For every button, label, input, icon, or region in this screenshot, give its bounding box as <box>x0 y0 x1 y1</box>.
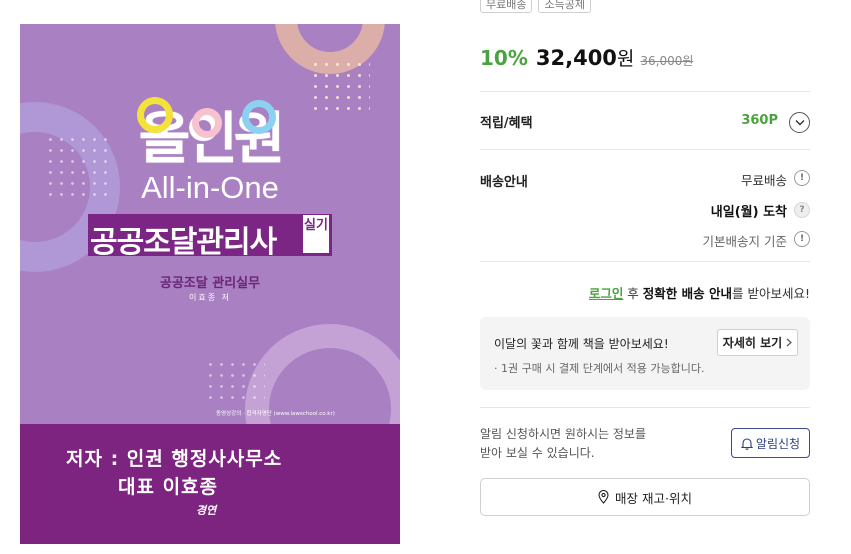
alarm-request-label: 알림신청 <box>755 436 801 451</box>
sale-price: 32,400 <box>535 46 617 70</box>
arrival-date: 내일(월) 도착 <box>710 205 787 220</box>
alarm-description: 알림 신청하시면 원하시는 정보를 받아 보실 수 있습니다. <box>480 425 646 463</box>
info-icon[interactable]: ! <box>794 170 810 186</box>
cover-brand: 경연 <box>196 504 217 517</box>
login-notice: 로그인 후 정확한 배송 안내를 받아보세요! <box>589 283 810 302</box>
cover-title-tag: 실기 <box>303 215 329 253</box>
flower-promo-title: 이달의 꽃과 함께 책을 받아보세요! <box>494 337 669 351</box>
cover-author: 이효종 저 <box>189 293 231 302</box>
cover-subtitle-ko: 공공조달 관리실무 <box>159 276 261 291</box>
cover-subtitle-en: All-in-One <box>141 170 279 205</box>
points-value: 360P <box>741 113 778 128</box>
view-details-button[interactable]: 자세히 보기 <box>717 329 798 356</box>
alarm-request-button[interactable]: 알림신청 <box>731 428 810 458</box>
cover-title: 공공조달관리사 <box>90 225 277 260</box>
logo-circle-blue <box>242 100 276 134</box>
alarm-description-line1: 알림 신청하시면 원하시는 정보를 <box>480 427 647 441</box>
divider <box>480 261 810 262</box>
chevron-right-icon <box>786 338 793 347</box>
price-row: 10% 32,400 원 36,000원 <box>480 44 693 71</box>
login-notice-mid: 후 <box>623 286 643 301</box>
flower-promo-note: · 1권 구매 시 결제 단계에서 적용 가능합니다. <box>494 362 705 375</box>
view-details-label: 자세히 보기 <box>722 336 783 350</box>
chevron-down-icon <box>795 120 804 126</box>
store-stock-button[interactable]: 매장 재고·위치 <box>480 478 810 516</box>
login-notice-bold: 정확한 배송 안내 <box>642 286 732 301</box>
divider <box>480 91 810 92</box>
location-pin-icon <box>598 490 609 504</box>
store-stock-label: 매장 재고·위치 <box>615 490 692 506</box>
alarm-description-line2: 받아 보실 수 있습니다. <box>480 446 595 460</box>
divider <box>480 407 810 408</box>
cover-author-line1: 저자 : 인권 행정사사무소 <box>66 448 283 470</box>
cover-author-line2: 대표 이효종 <box>118 476 219 498</box>
shipping-label: 배송안내 <box>480 175 528 190</box>
points-expand-button[interactable] <box>789 112 810 133</box>
tag-free-shipping: 무료배송 <box>480 0 533 13</box>
product-tags: 무료배송 소득공제 <box>480 0 591 13</box>
question-icon[interactable]: ? <box>794 202 810 218</box>
cover-title-tag-text: 실기 <box>304 218 328 233</box>
discount-rate: 10% <box>480 46 528 70</box>
book-cover-image[interactable]: 올인원 All-in-One 공공조달관리사 실기 공공조달 관리실무 이효종 … <box>20 24 400 544</box>
flower-promo-box: 이달의 꽃과 함께 책을 받아보세요! · 1권 구매 시 결제 단계에서 적용… <box>480 317 810 390</box>
base-address-text: 기본배송지 기준 <box>702 234 787 249</box>
decorative-dots <box>205 359 265 404</box>
tag-tax-deduction: 소득공제 <box>538 0 591 13</box>
login-link[interactable]: 로그인 <box>589 286 624 301</box>
logo-circle-pink <box>192 108 222 138</box>
bell-icon <box>740 437 753 450</box>
cover-publisher-line: 동영상강의 · 합격자명단 (www.lawschool.co.kr) <box>216 411 335 417</box>
info-icon[interactable]: ! <box>794 231 810 247</box>
divider <box>480 149 810 150</box>
shipping-free-text: 무료배송 <box>740 173 787 188</box>
points-label: 적립/혜택 <box>480 116 533 131</box>
login-notice-tail: 를 받아보세요! <box>732 286 810 301</box>
price-unit: 원 <box>616 48 635 70</box>
original-price: 36,000원 <box>640 54 694 68</box>
logo-circle-yellow <box>137 97 173 133</box>
